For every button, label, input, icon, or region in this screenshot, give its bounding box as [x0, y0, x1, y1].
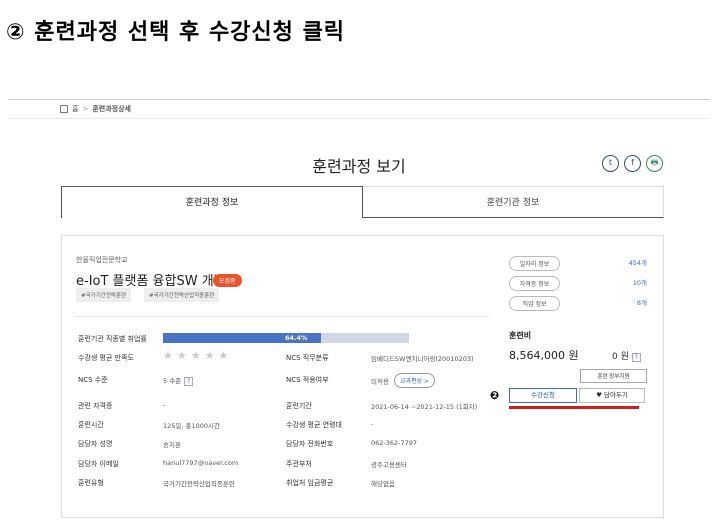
- save-button[interactable]: ♥ 담아두기: [579, 388, 645, 403]
- wage-value: 해당없음: [371, 480, 395, 488]
- home-icon[interactable]: [60, 105, 68, 113]
- employment-rate-label: 훈련기관 직종별 취업률: [78, 335, 147, 343]
- dept-label: 주관부처: [286, 460, 312, 468]
- apply-button[interactable]: 수강신청: [509, 388, 577, 403]
- career-info-button[interactable]: 직업 정보: [509, 296, 560, 311]
- course-title: e-IoT 플랫폼 융합SW 개발: [76, 274, 226, 289]
- help-icon[interactable]: ?: [631, 353, 641, 362]
- period-value: 2021-06-14 ~2021-12-15 (1회차): [371, 403, 478, 411]
- type-value: 국가기간전략산업직종훈련: [163, 480, 235, 488]
- print-icon[interactable]: 🖶: [646, 155, 663, 172]
- ncs-level-value: 5 수준: [163, 377, 182, 385]
- manager-label: 담당자 성명: [78, 440, 113, 448]
- email-label: 담당자 이메일: [78, 460, 119, 468]
- job-info-count: 454개: [628, 259, 647, 267]
- breadcrumb-separator: >: [82, 105, 89, 113]
- satisfaction-stars: ★ ★ ★ ★ ★: [163, 349, 229, 362]
- type-label: 훈련유형: [78, 479, 104, 487]
- tab-course-info[interactable]: 훈련과정 정보: [61, 186, 363, 218]
- wage-label: 취업처 임금평균: [286, 479, 334, 487]
- ncs-applied-value: 미적용: [371, 378, 389, 386]
- phone-value: 062-362-7797: [371, 439, 418, 447]
- institution-name[interactable]: 한울직업전문학교: [76, 255, 128, 265]
- satisfaction-label: 수강생 평균 만족도: [78, 354, 134, 362]
- email-value: hanul7797@naver.com: [163, 459, 239, 467]
- star-icon: ★: [176, 349, 187, 362]
- breadcrumb-home[interactable]: 홈: [72, 104, 78, 114]
- step-marker: ❷: [490, 389, 500, 402]
- dept-value: 광주고용센터: [371, 461, 407, 469]
- tabs: 훈련과정 정보 훈련기관 정보: [61, 186, 664, 218]
- phone-label: 담당자 전화번호: [286, 440, 334, 448]
- period-label: 훈련기간: [286, 402, 312, 410]
- job-info-button[interactable]: 일자리 정보: [509, 256, 560, 271]
- ncs-applied-label: NCS 적용여부: [286, 376, 329, 384]
- fee-label: 훈련비: [509, 331, 532, 340]
- age-value: -: [371, 420, 374, 428]
- ncs-level-label: NCS 수준: [78, 376, 108, 384]
- curriculum-button[interactable]: 교과편성 >: [394, 373, 436, 388]
- employment-rate-value: 64.4%: [285, 334, 308, 342]
- cert-value: -: [163, 401, 166, 409]
- tab-institution-info[interactable]: 훈련기관 정보: [363, 186, 664, 218]
- cert-info-button[interactable]: 자격증 정보: [509, 276, 560, 291]
- ncs-class-label: NCS 직무분류: [286, 354, 329, 362]
- ncs-level-value-wrap: 5 수준?: [163, 375, 194, 386]
- star-icon: ★: [190, 349, 201, 362]
- age-label: 수강생 평균 연령대: [286, 421, 342, 429]
- cert-info-count: 10개: [632, 279, 647, 287]
- ncs-class-value: 임베디드SW엔지니어링(20010203): [371, 355, 474, 363]
- self-pay-wrap: 0 원?: [612, 349, 641, 362]
- fee-value: 8,564,000 원: [509, 349, 579, 362]
- facebook-icon[interactable]: f: [624, 155, 641, 172]
- time-label: 훈련시간: [78, 421, 104, 429]
- header-divider: [8, 99, 710, 100]
- instruction-heading: ② 훈련과정 선택 후 수강신청 클릭: [6, 20, 346, 45]
- cert-label: 관련 자격증: [78, 402, 113, 410]
- breadcrumb-divider: [8, 118, 710, 119]
- status-badge: 모집중: [213, 274, 242, 287]
- star-icon: ★: [218, 349, 229, 362]
- star-icon: ★: [204, 349, 215, 362]
- twitter-icon[interactable]: t: [602, 155, 619, 172]
- course-tag: #국가기간전략산업직종훈련: [144, 288, 220, 302]
- support-button[interactable]: 훈련 장부지원: [580, 369, 647, 383]
- breadcrumb-current: 훈련과정상세: [92, 105, 131, 113]
- self-pay-value: 0 원: [612, 352, 629, 362]
- section-divider: [76, 316, 489, 317]
- breadcrumb: 홈 > 훈련과정상세: [60, 104, 131, 114]
- course-tag: #국가기간전략훈련: [76, 288, 132, 302]
- highlight-underline: [509, 406, 639, 409]
- share-icons: t f 🖶: [602, 155, 663, 172]
- star-icon: ★: [163, 349, 173, 362]
- career-info-count: 8개: [636, 299, 647, 307]
- help-icon[interactable]: ?: [184, 377, 194, 386]
- manager-value: 송지훈: [163, 441, 181, 449]
- time-value: 125일, 총1000시간: [163, 422, 221, 430]
